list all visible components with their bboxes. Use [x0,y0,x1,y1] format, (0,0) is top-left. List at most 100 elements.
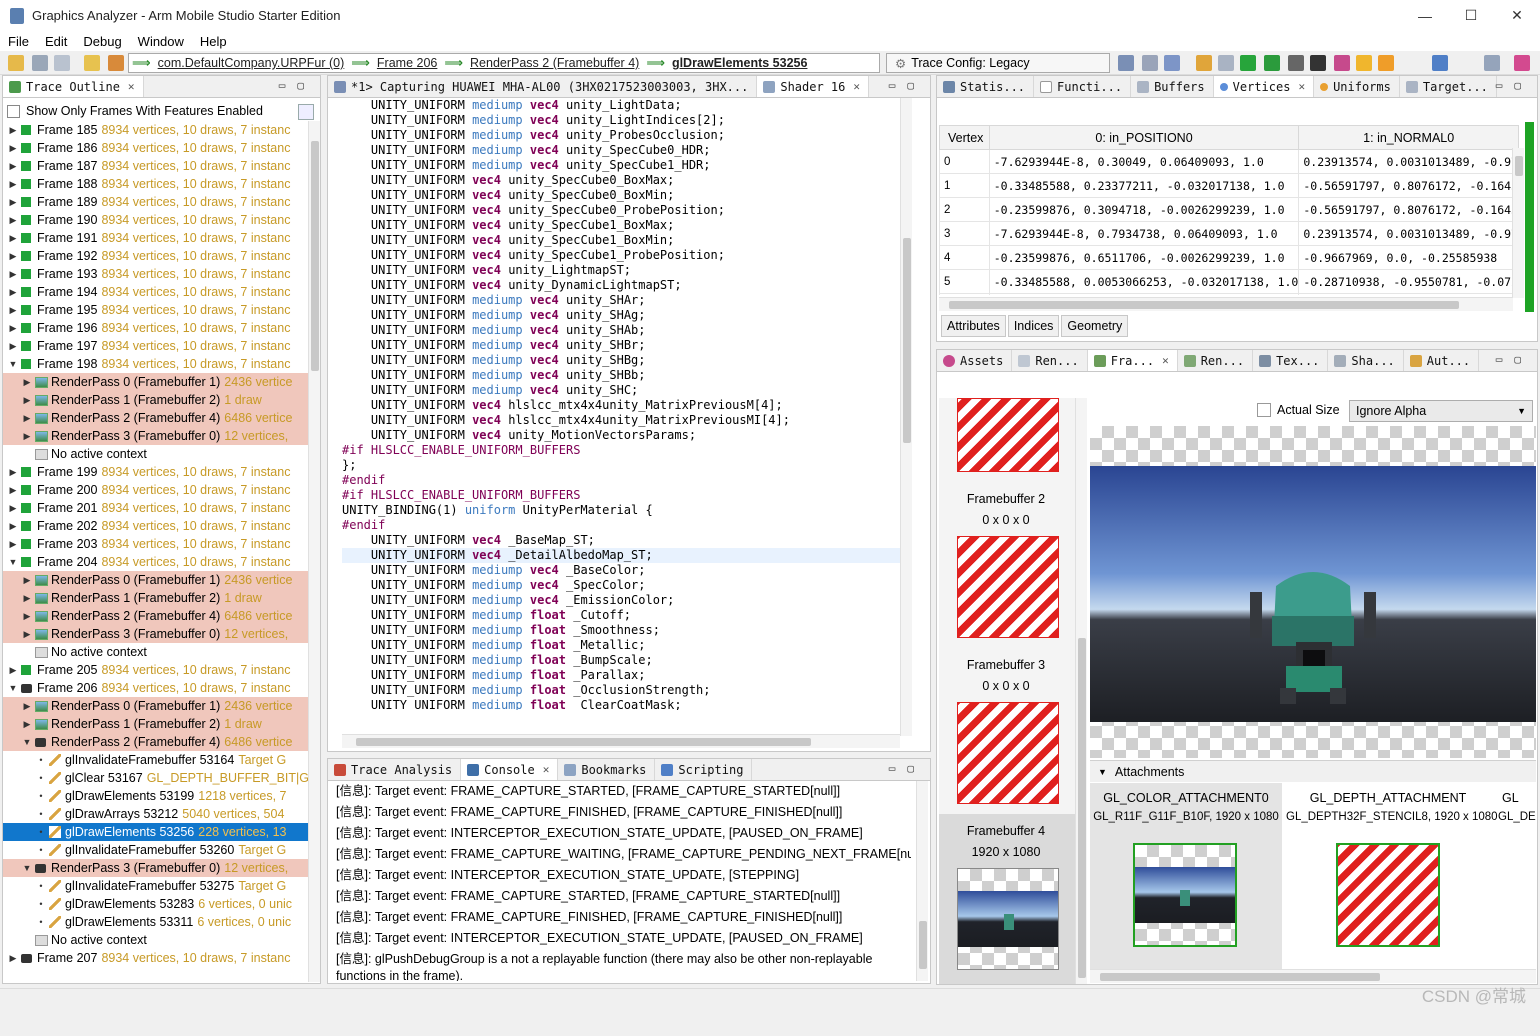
column-header-vertex[interactable]: Vertex [939,125,990,150]
attachments-header[interactable]: ▼ Attachments [1090,760,1536,782]
framebuffer-list-scrollbar[interactable] [1075,398,1087,984]
code-line[interactable]: UNITY_UNIFORM vec4 unity_SpecCube0_BoxMa… [342,173,902,188]
vertices-vscroll[interactable] [1512,148,1524,298]
code-line[interactable]: UNITY_UNIFORM vec4 unity_DynamicLightmap… [342,278,902,293]
tab-scripting[interactable]: Scripting [655,759,753,780]
tab-capture[interactable]: *1> Capturing HUAWEI MHA-AL00 (3HX021752… [328,76,758,97]
code-line[interactable]: UNITY_UNIFORM mediump vec4 unity_ProbesO… [342,128,902,143]
disconnect-icon[interactable] [1142,55,1158,71]
tab-automated-trace[interactable]: Aut... [1404,350,1480,371]
code-line[interactable]: #endif [342,518,902,533]
expand-icon[interactable]: ▶ [7,215,19,226]
table-row[interactable]: 4 -0.23599876, 0.6511706, -0.0026299239, … [939,245,1519,270]
tab-assets[interactable]: Assets [937,350,1013,371]
frame-row[interactable]: ▶ Frame 205 8934 vertices, 10 draws, 7 ins… [3,661,309,679]
minimize-maximize-icon[interactable]: ▭▢ [1496,353,1533,366]
connect-icon[interactable] [1118,55,1134,71]
table-row[interactable]: 2 -0.23599876, 0.3094718, -0.0026299239, … [939,197,1519,222]
code-line[interactable]: UNITY_UNIFORM vec4 hlslcc_mtx4x4unity_Ma… [342,413,902,428]
tab-render-targets[interactable]: Ren... [1012,350,1088,371]
film-icon[interactable] [1432,55,1448,71]
bullet-icon[interactable]: • [35,899,47,909]
save-icon[interactable] [32,55,48,71]
tab-textures[interactable]: Tex... [1253,350,1329,371]
expand-icon[interactable]: ▶ [21,575,33,586]
maximize-button[interactable]: ☐ [1448,0,1494,31]
collapse-icon[interactable]: ▼ [7,683,19,693]
subtab-geometry[interactable]: Geometry [1061,315,1129,337]
expand-icon[interactable]: ▶ [7,521,19,532]
tab-statistics[interactable]: Statis... [937,76,1035,97]
menu-window[interactable]: Window [130,34,192,49]
expand-icon[interactable]: ▶ [7,503,19,514]
frame-row[interactable]: ▼ Frame 198 8934 vertices, 10 draws, 7 ins… [3,355,309,373]
frame-row[interactable]: ▶ Frame 191 8934 vertices, 10 draws, 7 ins… [3,229,309,247]
breadcrumb-renderpass[interactable]: RenderPass 2 (Framebuffer 4) [466,56,643,70]
frame-row[interactable]: ▶ Frame 200 8934 vertices, 10 draws, 7 ins… [3,481,309,499]
editor-vscroll[interactable] [900,98,912,736]
frame-row[interactable]: ▶ Frame 202 8934 vertices, 10 draws, 7 ins… [3,517,309,535]
renderpass-row[interactable]: ▶ RenderPass 0 (Framebuffer 1) 2436 vertic… [3,373,309,391]
attachment-depth[interactable]: GL_DEPTH_ATTACHMENT GL_DEPTH32F_STENCIL8… [1286,783,1498,969]
code-line[interactable]: UNITY_BINDING(1) uniform UnityPerMateria… [342,503,902,518]
renderpass-row[interactable]: ▶ RenderPass 3 (Framebuffer 0) 12 vertices… [3,625,309,643]
code-line[interactable]: UNITY_UNIFORM vec4 unity_SpecCube1_Probe… [342,248,902,263]
bullet-icon[interactable]: • [35,881,47,891]
frame-row[interactable]: ▶ Frame 203 8934 vertices, 10 draws, 7 ins… [3,535,309,553]
menu-help[interactable]: Help [192,34,235,49]
renderpass-row[interactable]: ▶ RenderPass 2 (Framebuffer 4) 6486 vertic… [3,607,309,625]
expand-icon[interactable]: ▶ [7,143,19,154]
console-scrollbar[interactable] [916,781,928,981]
minimize-button[interactable]: — [1402,0,1448,31]
call-row[interactable]: • glDrawElements 53311 6 vertices, 0 unic [3,913,309,931]
arm-logo-icon[interactable] [1514,55,1530,71]
capture-icon[interactable] [1288,55,1304,71]
device-icon[interactable] [1164,55,1180,71]
code-line[interactable]: UNITY_UNIFORM mediump vec4 unity_SHAb; [342,323,902,338]
code-line[interactable]: UNITY_UNIFORM vec4 unity_SpecCube0_Probe… [342,203,902,218]
renderpass-row[interactable]: ▶ RenderPass 0 (Framebuffer 1) 2436 vertic… [3,571,309,589]
frame-row[interactable]: ▶ Frame 195 8934 vertices, 10 draws, 7 ins… [3,301,309,319]
minimize-maximize-icon[interactable]: ▭▢ [889,762,926,775]
minimize-maximize-icon[interactable]: ▭▢ [279,79,316,92]
menu-file[interactable]: File [0,34,37,49]
camera-icon[interactable] [1310,55,1326,71]
save-all-icon[interactable] [54,55,70,71]
table-row[interactable]: 1 -0.33485588, 0.23377211, -0.032017138, … [939,173,1519,198]
expand-icon[interactable]: ▶ [7,323,19,334]
expand-icon[interactable]: ▶ [21,719,33,730]
close-icon[interactable]: ✕ [543,763,550,776]
call-row[interactable]: • glDrawElements 53256 228 vertices, 13 [3,823,309,841]
expand-icon[interactable]: ▶ [21,629,33,640]
code-line[interactable]: UNITY_UNIFORM mediump vec4 unity_SpecCub… [342,158,902,173]
expand-icon[interactable]: ▶ [7,485,19,496]
call-row[interactable]: • glInvalidateFramebuffer 53164 Target G [3,751,309,769]
renderpass-row[interactable]: ▼ RenderPass 2 (Framebuffer 4) 6486 vertic… [3,733,309,751]
subtab-indices[interactable]: Indices [1007,315,1060,337]
attachment-color0[interactable]: GL_COLOR_ATTACHMENT0 GL_R11F_G11F_B10F, … [1090,783,1282,969]
perspective-icon[interactable] [1484,55,1500,71]
expand-icon[interactable]: ▶ [21,395,33,406]
tab-framebuffers[interactable]: Fra... ✕ [1087,350,1178,371]
code-line[interactable]: UNITY_UNIFORM mediump vec4 unity_LightIn… [342,113,902,128]
code-line[interactable]: #if HLSLCC_ENABLE_UNIFORM_BUFFERS [342,443,902,458]
code-line[interactable]: UNITY_UNIFORM mediump vec4 _EmissionColo… [342,593,902,608]
code-line[interactable]: UNITY_UNIFORM vec4 hlslcc_mtx4x4unity_Ma… [342,398,902,413]
shader-source[interactable]: UNITY_UNIFORM mediump vec4 unity_LightDa… [342,98,902,710]
pause-icon[interactable] [1218,55,1234,71]
expand-icon[interactable]: ▶ [7,125,19,136]
code-line[interactable]: UNITY_UNIFORM vec4 _BaseMap_ST; [342,533,902,548]
collapse-icon[interactable]: ▼ [7,557,19,567]
frame-row[interactable]: ▶ Frame 186 8934 vertices, 10 draws, 7 ins… [3,139,309,157]
trace-config-button[interactable]: ⚙ Trace Config: Legacy [886,53,1110,73]
show-only-features-checkbox[interactable] [7,104,20,118]
expand-icon[interactable]: ▶ [7,179,19,190]
frame-row[interactable]: ▶ Frame 189 8934 vertices, 10 draws, 7 ins… [3,193,309,211]
tab-target[interactable]: Target... [1400,76,1497,97]
close-icon[interactable]: ✕ [1298,80,1305,93]
code-line[interactable]: UNITY_UNIFORM mediump vec4 unity_SHAr; [342,293,902,308]
table-row[interactable]: 5 -0.33485588, 0.0053066253, -0.032017138… [939,269,1519,294]
attachments-hscroll[interactable] [1090,969,1536,983]
call-row[interactable]: • glInvalidateFramebuffer 53260 Target G [3,841,309,859]
expand-icon[interactable]: ▶ [7,161,19,172]
